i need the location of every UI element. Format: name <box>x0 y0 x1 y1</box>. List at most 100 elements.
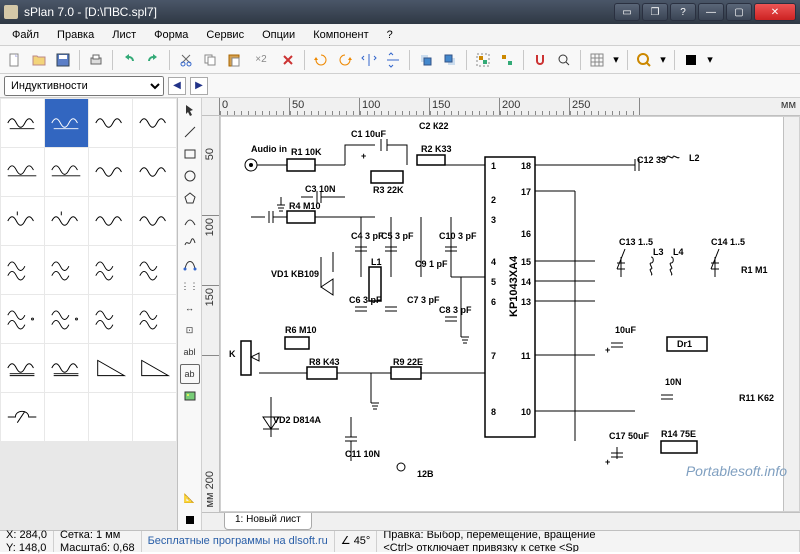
palette-item[interactable] <box>89 197 132 245</box>
special-tool[interactable]: ⋮⋮ <box>180 276 200 296</box>
menu-component[interactable]: Компонент <box>305 26 376 44</box>
rotate-left-button[interactable] <box>310 49 332 71</box>
palette-item[interactable] <box>45 197 88 245</box>
duplicate-button[interactable]: ×2 <box>247 49 275 71</box>
pointer-tool[interactable] <box>180 100 200 120</box>
node-tool[interactable]: ⊡ <box>180 320 200 340</box>
sheet-tab[interactable]: 1: Новый лист <box>224 513 312 530</box>
save-button[interactable] <box>52 49 74 71</box>
vertical-scrollbar[interactable] <box>783 117 799 511</box>
palette-item[interactable] <box>89 99 132 147</box>
help-button[interactable]: ? <box>670 3 696 21</box>
svg-text:С6 3 pF: С6 3 pF <box>349 295 382 305</box>
close-button[interactable]: ✕ <box>754 3 796 21</box>
palette-item[interactable] <box>1 148 44 196</box>
canvas-area: 0 50 100 150 200 250 мм 50 100 150 мм 20… <box>202 98 800 530</box>
library-select[interactable]: Индуктивности <box>4 76 164 96</box>
palette-item[interactable] <box>89 295 132 343</box>
palette-item[interactable] <box>45 148 88 196</box>
send-back-button[interactable] <box>439 49 461 71</box>
ungroup-button[interactable] <box>496 49 518 71</box>
textframe-tool[interactable]: ab <box>180 364 200 384</box>
menu-form[interactable]: Форма <box>146 26 196 44</box>
circle-tool[interactable] <box>180 166 200 186</box>
palette-item[interactable] <box>89 148 132 196</box>
palette-item[interactable] <box>1 246 44 294</box>
delete-button[interactable] <box>277 49 299 71</box>
palette-item[interactable] <box>45 99 88 147</box>
fill-color-button[interactable] <box>680 49 702 71</box>
menu-service[interactable]: Сервис <box>198 26 252 44</box>
open-button[interactable] <box>28 49 50 71</box>
rect-tool[interactable] <box>180 144 200 164</box>
dimension-tool[interactable]: ↔ <box>180 298 200 318</box>
palette-item[interactable] <box>45 246 88 294</box>
grid-button[interactable] <box>586 49 608 71</box>
paste-button[interactable] <box>223 49 245 71</box>
print-button[interactable] <box>85 49 107 71</box>
new-button[interactable] <box>4 49 26 71</box>
grid-dropdown[interactable]: ▾ <box>610 49 622 71</box>
palette-item[interactable] <box>133 344 176 392</box>
drawing-canvas[interactable]: Audio in R1 10K C1 10uF С2 К22 + <box>220 116 800 512</box>
minimize-button[interactable]: — <box>698 3 724 21</box>
bezier-tool[interactable] <box>180 254 200 274</box>
menu-options[interactable]: Опции <box>254 26 303 44</box>
zoom-dropdown[interactable]: ▾ <box>657 49 669 71</box>
fill-dropdown[interactable]: ▾ <box>704 49 716 71</box>
flip-h-button[interactable] <box>358 49 380 71</box>
image-tool[interactable] <box>180 386 200 406</box>
palette-item[interactable] <box>133 197 176 245</box>
svg-text:L3: L3 <box>653 247 664 257</box>
rotate-right-button[interactable] <box>334 49 356 71</box>
palette-item[interactable] <box>133 246 176 294</box>
palette-item[interactable] <box>1 344 44 392</box>
zoom-button[interactable] <box>633 49 655 71</box>
menu-edit[interactable]: Правка <box>49 26 102 44</box>
palette-item[interactable] <box>1 99 44 147</box>
undo-button[interactable] <box>118 49 140 71</box>
palette-item[interactable] <box>1 197 44 245</box>
fill-tool[interactable] <box>180 510 200 530</box>
cut-button[interactable] <box>175 49 197 71</box>
restore-child-button[interactable]: ❐ <box>642 3 668 21</box>
menu-help[interactable]: ? <box>379 26 401 44</box>
line-tool[interactable] <box>180 122 200 142</box>
curve-tool[interactable] <box>180 210 200 230</box>
lib-prev-button[interactable]: ◀ <box>168 77 186 95</box>
svg-text:VD1 KB109: VD1 KB109 <box>271 269 319 279</box>
palette-item[interactable] <box>45 295 88 343</box>
palette-item[interactable] <box>1 393 44 441</box>
freehand-tool[interactable] <box>180 232 200 252</box>
palette-item[interactable] <box>133 295 176 343</box>
bring-front-button[interactable] <box>415 49 437 71</box>
palette-item[interactable] <box>1 295 44 343</box>
measure-tool[interactable]: 📐 <box>180 488 200 508</box>
horizontal-scrollbar[interactable] <box>312 513 800 530</box>
copy-button[interactable] <box>199 49 221 71</box>
svg-text:C7 3 pF: C7 3 pF <box>407 295 440 305</box>
redo-button[interactable] <box>142 49 164 71</box>
polygon-tool[interactable] <box>180 188 200 208</box>
menu-file[interactable]: Файл <box>4 26 47 44</box>
palette-item[interactable] <box>89 246 132 294</box>
flip-v-button[interactable] <box>382 49 404 71</box>
label-tool[interactable]: abl <box>180 342 200 362</box>
svg-text:C5 3 pF: C5 3 pF <box>381 231 414 241</box>
snap-button[interactable] <box>529 49 551 71</box>
palette-item[interactable] <box>89 344 132 392</box>
palette-item[interactable] <box>133 148 176 196</box>
palette-item[interactable] <box>133 393 176 441</box>
palette-item[interactable] <box>45 393 88 441</box>
palette-item[interactable] <box>45 344 88 392</box>
palette-item[interactable] <box>133 99 176 147</box>
maximize-button[interactable]: ▢ <box>726 3 752 21</box>
search-button[interactable] <box>553 49 575 71</box>
menu-sheet[interactable]: Лист <box>104 26 144 44</box>
svg-text:C1 10uF: C1 10uF <box>351 129 387 139</box>
palette-item[interactable] <box>89 393 132 441</box>
min-child-button[interactable]: ▭ <box>614 3 640 21</box>
group-button[interactable] <box>472 49 494 71</box>
download-link[interactable]: Бесплатные программы на dlsoft.ru <box>142 531 335 552</box>
lib-next-button[interactable]: ▶ <box>190 77 208 95</box>
